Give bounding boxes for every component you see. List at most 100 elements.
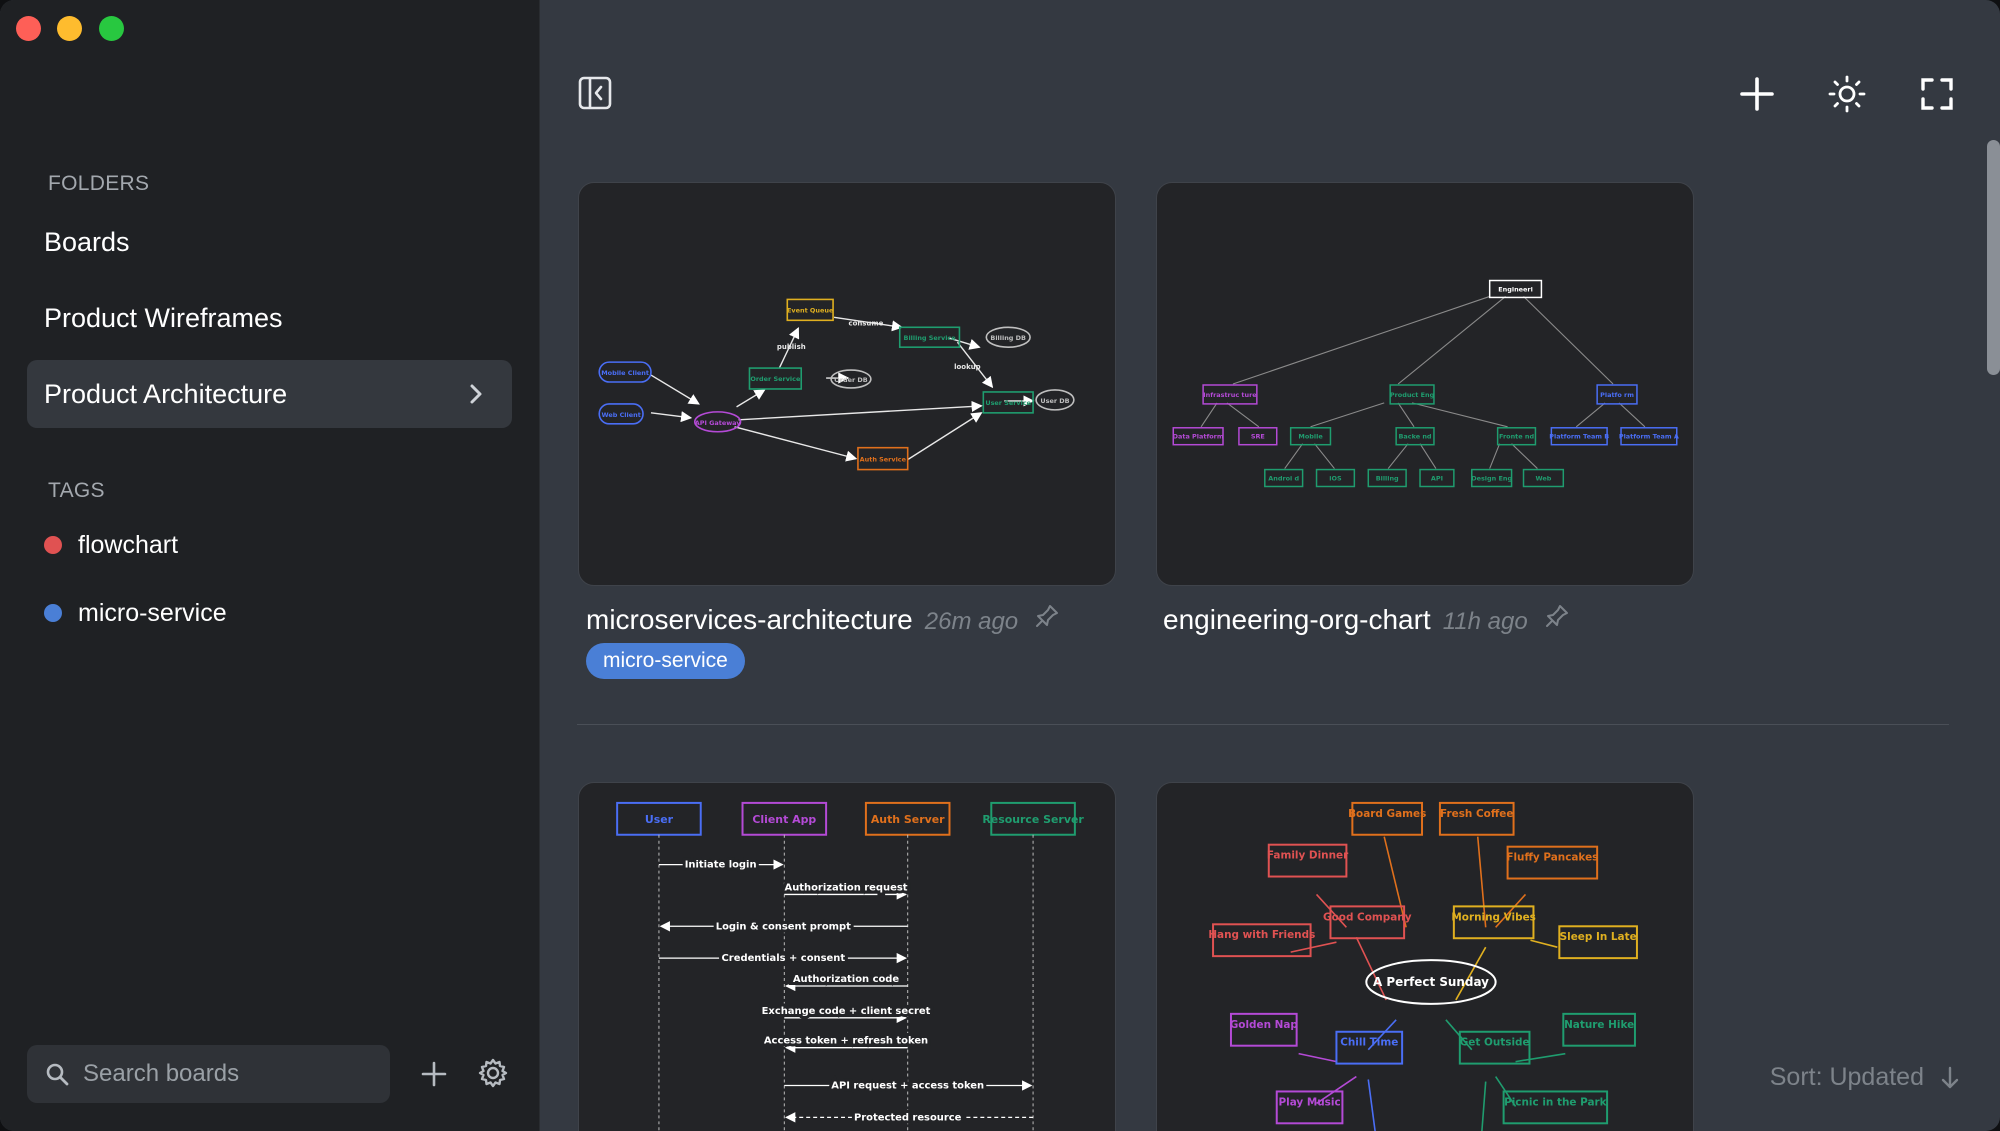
toggle-sidebar-button[interactable]: [576, 74, 614, 112]
node-picnic-in-the-park: Picnic in the Park: [1504, 1096, 1608, 1108]
microservices-diagram: publish consume lookup Mobile Client Web…: [598, 298, 1075, 471]
node-billing-db: Billing DB: [990, 334, 1026, 342]
node-frontend: Fronte nd: [1499, 433, 1535, 441]
node-platform-team-a: Platform Team A: [1619, 433, 1679, 441]
node-sleep-in-late: Sleep In Late: [1560, 931, 1637, 943]
message-label: Login & consent prompt: [716, 921, 851, 932]
folder-item-boards[interactable]: Boards: [27, 208, 512, 276]
sidebar-toggle-icon: [578, 76, 612, 110]
folder-item-product-wireframes[interactable]: Product Wireframes: [27, 284, 512, 352]
board-thumbnail-microservices[interactable]: publish consume lookup Mobile Client Web…: [578, 182, 1116, 586]
tags-heading: TAGS: [48, 479, 105, 502]
node-data-platform: Data Platform: [1173, 433, 1224, 441]
board-title-row: microservices-architecture 26m ago: [586, 603, 1060, 636]
board-title-row: engineering-org-chart 11h ago: [1163, 603, 1570, 636]
node-event-queue: Event Queue: [787, 306, 834, 314]
board-updated-time: 26m ago: [924, 608, 1019, 635]
node-ios: iOS: [1329, 475, 1342, 483]
participant-client-app: Client App: [752, 813, 816, 826]
message-label: Credentials + consent: [722, 953, 846, 964]
search-input[interactable]: [83, 1060, 363, 1088]
tag-color-dot: [44, 604, 62, 622]
node-web-client: Web Client: [601, 411, 640, 419]
sidebar: FOLDERS Boards Product Wireframes Produc…: [0, 0, 540, 1131]
tag-color-dot: [44, 536, 62, 554]
participant-user: User: [645, 813, 674, 826]
node-play-music: Play Music: [1278, 1096, 1340, 1108]
edge-label-consume: consume: [848, 319, 883, 327]
folder-label: Product Wireframes: [44, 302, 283, 333]
node-center-a-perfect-sunday: A Perfect Sunday: [1373, 975, 1489, 989]
node-morning-vibes: Morning Vibes: [1451, 911, 1535, 923]
folder-label: Boards: [44, 226, 130, 257]
node-golden-nap: Golden Nap: [1230, 1019, 1298, 1031]
settings-button[interactable]: [474, 1054, 512, 1092]
board-thumbnail-mind-map[interactable]: Board Games Fresh Coffee Family Dinner F…: [1156, 782, 1694, 1131]
node-board-games: Board Games: [1348, 808, 1426, 820]
board-title[interactable]: engineering-org-chart: [1163, 604, 1431, 636]
theme-toggle-button[interactable]: [1827, 74, 1867, 114]
node-platform: Platfo rm: [1600, 391, 1634, 399]
message-label: Access token + refresh token: [764, 1036, 928, 1047]
board-thumbnail-auth-sequence[interactable]: User Client App Auth Server Resource Ser…: [578, 782, 1116, 1131]
node-chill-time: Chill Time: [1340, 1037, 1398, 1049]
scrollbar-thumb[interactable]: [1987, 140, 2000, 375]
new-board-button[interactable]: [1737, 74, 1777, 114]
board-thumbnail-org-chart[interactable]: Engineeri Infrastruc ture Product Eng Pl…: [1156, 182, 1694, 586]
node-user-service: User Service: [985, 399, 1031, 407]
node-nature-hike: Nature Hike: [1564, 1019, 1634, 1031]
node-auth-service: Auth Service: [860, 456, 907, 464]
node-sre: SRE: [1251, 433, 1265, 441]
fullscreen-icon: [1921, 78, 1953, 110]
node-infrastructure: Infrastruc ture: [1203, 391, 1257, 399]
message-label: API request + access token: [831, 1080, 984, 1091]
node-mobile-client: Mobile Client: [601, 369, 649, 377]
add-board-button[interactable]: [416, 1056, 452, 1092]
node-backend: Backe nd: [1399, 433, 1432, 441]
minimize-window-button[interactable]: [57, 16, 82, 41]
tag-label: flowchart: [78, 530, 179, 559]
node-api: API: [1431, 475, 1443, 483]
gear-icon: [478, 1058, 508, 1088]
node-product-eng: Product Eng: [1390, 391, 1435, 399]
message-label: Authorization request: [785, 882, 908, 893]
folder-item-product-architecture[interactable]: Product Architecture: [27, 360, 512, 428]
arrow-down-icon: [1941, 1066, 1959, 1088]
search-box: [27, 1045, 390, 1103]
node-web: Web: [1535, 475, 1551, 483]
fullscreen-button[interactable]: [1917, 74, 1957, 114]
pin-icon[interactable]: [1034, 603, 1060, 629]
sequence-diagram: User Client App Auth Server Resource Ser…: [616, 801, 1084, 1131]
pin-icon[interactable]: [1544, 603, 1570, 629]
node-android: Androi d: [1268, 475, 1299, 483]
sun-icon: [1828, 75, 1866, 113]
node-user-db: User DB: [1040, 397, 1069, 405]
node-mobile: Mobile: [1298, 433, 1323, 441]
participant-resource-server: Resource Server: [982, 813, 1084, 826]
search-icon: [46, 1063, 69, 1086]
node-api-gateway: API Gateway: [695, 419, 742, 427]
node-order-db: Order DB: [834, 376, 867, 384]
sort-label: Sort: Updated: [1769, 1063, 1924, 1091]
zoom-window-button[interactable]: [99, 16, 124, 41]
node-engineering: Engineeri: [1498, 285, 1533, 293]
edge-label-lookup: lookup: [954, 363, 981, 371]
tag-item-flowchart[interactable]: flowchart: [44, 525, 178, 565]
chevron-right-icon: [470, 384, 482, 404]
node-billing: Billing: [1376, 475, 1399, 483]
tag-item-micro-service[interactable]: micro-service: [44, 593, 227, 633]
node-hang-with-friends: Hang with Friends: [1208, 929, 1315, 941]
board-tag-chip[interactable]: micro-service: [586, 643, 745, 679]
section-divider: [577, 724, 1949, 725]
board-title[interactable]: microservices-architecture: [586, 604, 913, 636]
close-window-button[interactable]: [16, 16, 41, 41]
app-window: FOLDERS Boards Product Wireframes Produc…: [0, 0, 2000, 1131]
node-order-service: Order Service: [750, 375, 801, 383]
board-updated-time: 11h ago: [1442, 608, 1528, 635]
sort-control[interactable]: Sort: Updated: [1770, 1063, 1960, 1092]
node-fluffy-pancakes: Fluffy Pancakes: [1506, 852, 1598, 864]
node-get-outside: Get Outside: [1460, 1037, 1530, 1049]
plus-icon: [421, 1061, 447, 1087]
node-platform-team-b: Platform Team B: [1549, 433, 1609, 441]
message-label: Authorization code: [793, 974, 900, 985]
